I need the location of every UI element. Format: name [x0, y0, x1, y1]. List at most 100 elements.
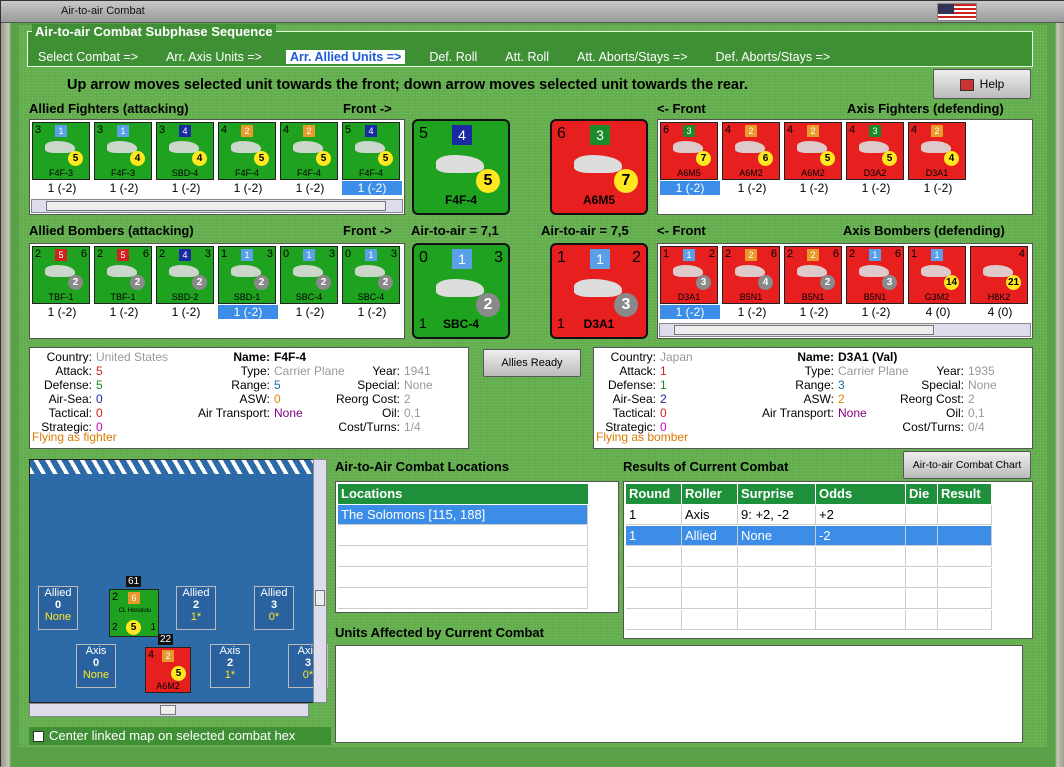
- unit-odds[interactable]: 1 (-2): [218, 305, 278, 319]
- unit-counter[interactable]: 2 6 1 3 B5N1: [846, 246, 904, 304]
- unit-odds[interactable]: 1 (-2): [908, 181, 968, 195]
- empty-cell: [626, 589, 682, 609]
- location-row[interactable]: The Solomons [115, 188]: [338, 505, 588, 525]
- unit-counter[interactable]: 3 1 5 F4F-3: [32, 122, 90, 180]
- unit-odds[interactable]: 1 (-2): [784, 181, 844, 195]
- counter-name: SBD-1: [233, 292, 261, 302]
- map-h-scrollbar[interactable]: [29, 703, 309, 717]
- unit-counter[interactable]: 2 6 5 2 TBF-1: [32, 246, 90, 304]
- unit-odds[interactable]: 1 (-2): [846, 305, 906, 319]
- results-column-header: Odds: [816, 484, 906, 504]
- unit-odds[interactable]: 1 (-2): [94, 181, 154, 195]
- ship-counter[interactable]: 2 6 CL Honolulu 5 2 1: [109, 589, 159, 637]
- air-to-air-combat-chart-button[interactable]: Air-to-air Combat Chart: [903, 451, 1031, 479]
- unit-counter[interactable]: 1 2 1 3 D3A1: [660, 246, 718, 304]
- unit-counter[interactable]: 2 3 4 2 SBD-2: [156, 246, 214, 304]
- info-value: None: [404, 378, 433, 392]
- sequence-step[interactable]: Arr. Axis Units =>: [162, 50, 266, 64]
- scroll-thumb[interactable]: [46, 201, 386, 211]
- unit-counter[interactable]: 1 3 1 2 SBD-1: [218, 246, 276, 304]
- sequence-step[interactable]: Arr. Allied Units =>: [285, 50, 406, 64]
- unit-counter[interactable]: 6 3 7 A6M5: [660, 122, 718, 180]
- counter-square: 4: [365, 125, 377, 137]
- unit-counter[interactable]: 4 2 4 D3A1: [908, 122, 966, 180]
- unit-counter[interactable]: 4 2 6 A6M2: [722, 122, 780, 180]
- unit-counter[interactable]: 4 2 5 F4F-4: [218, 122, 276, 180]
- unit-odds[interactable]: 1 (-2): [218, 181, 278, 195]
- scroll-thumb[interactable]: [315, 590, 325, 606]
- selected-axis-bomber[interactable]: 1 2 1 3 1 D3A1: [550, 243, 648, 339]
- allied-hex-summary[interactable]: Allied 3 0*: [254, 586, 294, 630]
- unit-odds[interactable]: 1 (-2): [722, 305, 782, 319]
- allied-fighters-scrollbar[interactable]: [31, 199, 403, 213]
- unit-odds[interactable]: 4 (0): [970, 305, 1030, 319]
- unit-odds[interactable]: 1 (-2): [846, 181, 906, 195]
- unit-counter[interactable]: 3 4 4 SBD-4: [156, 122, 214, 180]
- selected-allied-fighter[interactable]: 5 4 5 F4F-4: [412, 119, 510, 215]
- sequence-step[interactable]: Select Combat =>: [34, 50, 142, 64]
- sequence-step[interactable]: Att. Aborts/Stays =>: [573, 50, 691, 64]
- unit-odds[interactable]: 1 (-2): [280, 305, 340, 319]
- unit-odds[interactable]: 1 (-2): [342, 181, 402, 195]
- unit-counter[interactable]: 5 4 5 F4F-4: [342, 122, 400, 180]
- scroll-thumb[interactable]: [674, 325, 934, 335]
- hex-status: 0*: [268, 611, 280, 623]
- plane-icon: [574, 155, 622, 173]
- counter-name: B5N1: [739, 292, 763, 302]
- allied-hex-summary[interactable]: Allied 2 1*: [176, 586, 216, 630]
- hex-status: None: [44, 611, 72, 623]
- scroll-thumb[interactable]: [160, 705, 176, 715]
- axis-bombers-scrollbar[interactable]: [659, 323, 1031, 337]
- allies-ready-button[interactable]: Allies Ready: [483, 349, 581, 377]
- unit-column: 1 3 1 2 SBD-1 1 (-2): [217, 245, 279, 319]
- unit-odds[interactable]: 1 (-2): [156, 181, 216, 195]
- allied-bombers-label: Allied Bombers (attacking): [29, 223, 194, 238]
- unit-odds[interactable]: 1 (-2): [660, 181, 720, 195]
- unit-odds[interactable]: 1 (-2): [32, 305, 92, 319]
- unit-counter[interactable]: 4 21 H8K2: [970, 246, 1028, 304]
- allied-hex-summary[interactable]: Allied 0 None: [38, 586, 78, 630]
- unit-odds[interactable]: 1 (-2): [784, 305, 844, 319]
- counter-square: 2: [807, 125, 819, 137]
- axis-hex-summary[interactable]: Axis 2 1*: [210, 644, 250, 688]
- unit-odds[interactable]: 1 (-2): [32, 181, 92, 195]
- axis-hex-summary[interactable]: Axis 0 None: [76, 644, 116, 688]
- unit-counter[interactable]: 2 6 2 4 B5N1: [722, 246, 780, 304]
- info-label: Air-Sea:: [612, 392, 656, 406]
- empty-row: [338, 568, 588, 588]
- unit-odds[interactable]: 1 (-2): [722, 181, 782, 195]
- unit-counter[interactable]: 1 1 14 G3M2: [908, 246, 966, 304]
- unit-odds[interactable]: 1 (-2): [660, 305, 720, 319]
- center-map-checkbox[interactable]: [33, 731, 44, 743]
- selected-axis-fighter[interactable]: 6 3 7 A6M5: [550, 119, 648, 215]
- unit-counter[interactable]: 4 2 5 A6M2: [784, 122, 842, 180]
- unit-counter[interactable]: 0 3 1 2 SBC-4: [342, 246, 400, 304]
- sequence-step[interactable]: Def. Roll: [425, 50, 481, 64]
- unit-odds[interactable]: 1 (-2): [156, 305, 216, 319]
- sequence-step[interactable]: Att. Roll: [501, 50, 553, 64]
- unit-counter[interactable]: 2 6 5 2 TBF-1: [94, 246, 152, 304]
- axis-map-counter[interactable]: 4 2 5 A6M2: [145, 647, 191, 693]
- counter-value: 4: [787, 124, 794, 136]
- allied-bombers-row: 2 6 5 2 TBF-1 1 (-2) 2 6 5 2 TBF-1 1 (-2) 2 3 4 2 SBD-2 1…: [31, 245, 403, 319]
- map-v-scrollbar[interactable]: [313, 459, 327, 703]
- counter-square: 5: [117, 249, 129, 261]
- unit-counter[interactable]: 0 3 1 2 SBC-4: [280, 246, 338, 304]
- unit-odds[interactable]: 1 (-2): [342, 305, 402, 319]
- counter-circle: 2: [254, 275, 269, 290]
- unit-odds[interactable]: 1 (-2): [280, 181, 340, 195]
- hex-status: None: [82, 669, 110, 681]
- unit-counter[interactable]: 2 6 2 2 B5N1: [784, 246, 842, 304]
- center-map-option[interactable]: Center linked map on selected combat hex: [29, 727, 331, 745]
- counter-name: B5N1: [801, 292, 825, 302]
- info-value: 0,1: [404, 406, 421, 420]
- help-button[interactable]: Help: [933, 69, 1031, 99]
- unit-counter[interactable]: 4 3 5 D3A2: [846, 122, 904, 180]
- unit-odds[interactable]: 1 (-2): [94, 305, 154, 319]
- sequence-step[interactable]: Def. Aborts/Stays =>: [712, 50, 835, 64]
- unit-counter[interactable]: 3 1 4 F4F-3: [94, 122, 152, 180]
- unit-odds[interactable]: 4 (0): [908, 305, 968, 319]
- linked-map[interactable]: Allied 0 None Allied 2 1* Allied 3 0* Axis 0 None Ax…: [29, 459, 328, 703]
- unit-counter[interactable]: 4 2 5 F4F-4: [280, 122, 338, 180]
- selected-allied-bomber[interactable]: 0 3 1 2 1 SBC-4: [412, 243, 510, 339]
